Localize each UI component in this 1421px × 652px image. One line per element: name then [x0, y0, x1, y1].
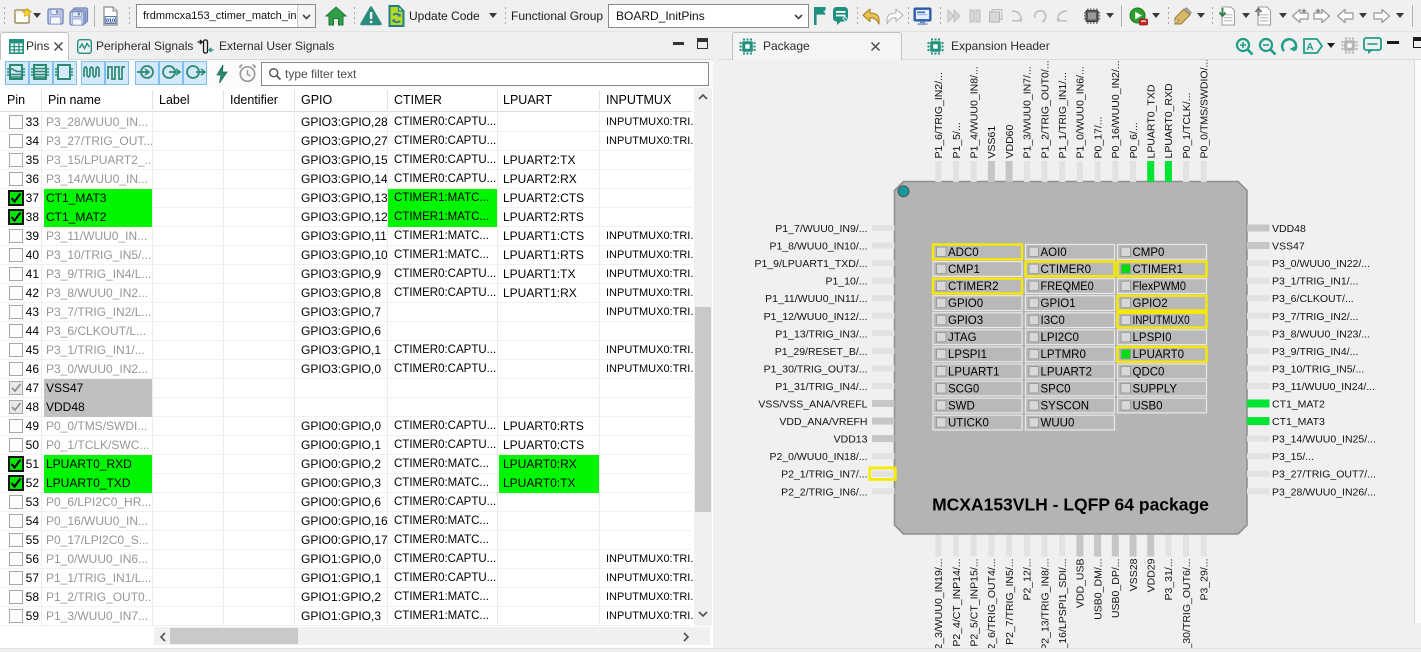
svg-text:SYSCON: SYSCON	[1041, 400, 1090, 412]
svg-text:MCXA153VLH - LQFP 64 package: MCXA153VLH - LQFP 64 package	[932, 495, 1209, 515]
svg-text:USB0: USB0	[1133, 400, 1163, 412]
svg-text:P1_8/WUU0_IN10/...: P1_8/WUU0_IN10/...	[769, 241, 867, 253]
svg-text:INPUTMUX0: INPUTMUX0	[1133, 315, 1190, 327]
svg-text:P0_1/TCLK/...: P0_1/TCLK/...	[1181, 93, 1193, 159]
svg-text:VDD29: VDD29	[1146, 558, 1158, 592]
svg-text:P3_9/TRIG_IN4/...: P3_9/TRIG_IN4/...	[1272, 346, 1358, 358]
svg-text:LPUART0: LPUART0	[1133, 349, 1185, 361]
svg-text:P2_12/...: P2_12/...	[1022, 559, 1034, 601]
svg-text:UTICK0: UTICK0	[948, 418, 989, 430]
svg-text:I3C0: I3C0	[1041, 315, 1065, 327]
svg-text:P1_6/TRIG_IN2/...: P1_6/TRIG_IN2/...	[933, 72, 945, 158]
svg-text:P1_12/WUU0_IN12/...: P1_12/WUU0_IN12/...	[764, 311, 868, 323]
svg-text:FlexPWM0: FlexPWM0	[1133, 281, 1186, 293]
svg-text:LPSPI1: LPSPI1	[948, 349, 987, 361]
svg-text:P3_8/WUU0_IN23/...: P3_8/WUU0_IN23/...	[1272, 328, 1370, 340]
svg-text:VDD48: VDD48	[1272, 223, 1306, 235]
svg-text:P1_0/WUU0_IN6/...: P1_0/WUU0_IN6/...	[1075, 66, 1087, 158]
svg-text:CMP0: CMP0	[1133, 247, 1165, 259]
svg-text:P1_29/RESET_B/...: P1_29/RESET_B/...	[775, 346, 868, 358]
svg-text:P3_1/TRIG_IN1/...: P3_1/TRIG_IN1/...	[1272, 276, 1358, 288]
svg-text:VSS28: VSS28	[1128, 558, 1140, 591]
svg-text:GPIO0: GPIO0	[948, 298, 983, 310]
svg-text:P2_5/CT_INP15/...: P2_5/CT_INP15/...	[969, 559, 981, 647]
svg-text:P1_9/LPUART1_TXD/...: P1_9/LPUART1_TXD/...	[754, 258, 867, 270]
svg-text:P3_29/...: P3_29/...	[1199, 559, 1211, 601]
svg-text:P1_30/TRIG_OUT3/...: P1_30/TRIG_OUT3/...	[764, 363, 868, 375]
svg-text:P3_27/TRIG_OUT7/...: P3_27/TRIG_OUT7/...	[1272, 469, 1376, 481]
svg-text:VDD_USB: VDD_USB	[1075, 559, 1087, 609]
svg-text:P3_0/WUU0_IN22/...: P3_0/WUU0_IN22/...	[1272, 258, 1370, 270]
svg-text:P3_28/WUU0_IN26/...: P3_28/WUU0_IN26/...	[1272, 486, 1376, 498]
svg-text:P1_4/WUU0_IN8/...: P1_4/WUU0_IN8/...	[969, 66, 981, 158]
svg-text:010: 010	[106, 18, 115, 24]
svg-text:VSS61: VSS61	[986, 126, 998, 159]
svg-text:LPUART1: LPUART1	[948, 366, 1000, 378]
svg-text:P3_31/...: P3_31/...	[1163, 559, 1175, 601]
svg-text:GPIO2: GPIO2	[1133, 298, 1168, 310]
svg-text:P3_30/TRIG_OUT6/...: P3_30/TRIG_OUT6/...	[1181, 559, 1193, 652]
svg-text:P3_10/TRIG_IN5/...: P3_10/TRIG_IN5/...	[1272, 363, 1364, 375]
svg-text:SCG0: SCG0	[948, 383, 979, 395]
svg-text:SPC0: SPC0	[1041, 383, 1071, 395]
svg-text:VSS47: VSS47	[1272, 241, 1305, 253]
svg-text:P1_1/TRIG_IN1/...: P1_1/TRIG_IN1/...	[1057, 72, 1069, 158]
svg-text:P1_31/TRIG_IN4/...: P1_31/TRIG_IN4/...	[775, 381, 867, 393]
svg-text:CT1_MAT2: CT1_MAT2	[1272, 399, 1325, 411]
svg-text:P1_7/WUU0_IN9/...: P1_7/WUU0_IN9/...	[775, 223, 867, 235]
svg-text:LPTMR0: LPTMR0	[1041, 349, 1086, 361]
svg-text:P0_6/...: P0_6/...	[1128, 122, 1140, 158]
svg-text:CTIMER0: CTIMER0	[1041, 264, 1091, 276]
svg-text:P2_4/CT_INP14/...: P2_4/CT_INP14/...	[951, 559, 963, 647]
svg-text:GPIO1: GPIO1	[1041, 298, 1076, 310]
svg-text:P1_3/WUU0_IN7/...: P1_3/WUU0_IN7/...	[1022, 66, 1034, 158]
svg-text:P2_2/TRIG_IN6/...: P2_2/TRIG_IN6/...	[781, 486, 867, 498]
svg-text:P0_16/WUU0_IN2/...: P0_16/WUU0_IN2/...	[1110, 60, 1122, 158]
svg-text:VDD13: VDD13	[834, 434, 868, 446]
svg-text:CT1_MAT3: CT1_MAT3	[1272, 416, 1325, 428]
svg-text:CTIMER1: CTIMER1	[1133, 264, 1183, 276]
svg-text:JTAG: JTAG	[948, 332, 977, 344]
svg-text:LPUART0_RXD: LPUART0_RXD	[1163, 83, 1175, 159]
svg-text:FREQME0: FREQME0	[1041, 281, 1094, 293]
svg-text:VDD60: VDD60	[1004, 124, 1016, 158]
svg-text:P1_11/WUU0_IN11/...: P1_11/WUU0_IN11/...	[765, 293, 867, 305]
svg-text:SWD: SWD	[948, 400, 975, 412]
svg-text:GPIO3: GPIO3	[948, 315, 983, 327]
svg-text:ADC0: ADC0	[948, 247, 979, 259]
svg-text:P2_6/TRIG_OUT4/...: P2_6/TRIG_OUT4/...	[986, 559, 998, 652]
svg-text:P3_14/WUU0_IN25/...: P3_14/WUU0_IN25/...	[1272, 434, 1376, 446]
svg-text:QDC0: QDC0	[1133, 366, 1165, 378]
svg-text:LPI2C0: LPI2C0	[1041, 332, 1079, 344]
svg-text:CTIMER2: CTIMER2	[948, 281, 998, 293]
svg-text:P1_10/...: P1_10/...	[825, 276, 867, 288]
svg-text:P0_0/TMS/SWDIO/...: P0_0/TMS/SWDIO/...	[1199, 60, 1211, 159]
svg-text:P3_6/CLKOUT/...: P3_6/CLKOUT/...	[1272, 293, 1354, 305]
svg-text:P3_15/...: P3_15/...	[1272, 451, 1314, 463]
svg-text:LPSPI0: LPSPI0	[1133, 332, 1172, 344]
svg-text:P0_17/...: P0_17/...	[1092, 116, 1104, 158]
svg-text:P2_16/LPSPI1_SDI/...: P2_16/LPSPI1_SDI/...	[1057, 559, 1069, 652]
svg-text:P1_2/TRIG_OUT0/...: P1_2/TRIG_OUT0/...	[1039, 60, 1051, 158]
svg-text:P2_7/TRIG_IN5/...: P2_7/TRIG_IN5/...	[1004, 559, 1016, 645]
svg-text:P2_13/TRIG_IN8/...: P2_13/TRIG_IN8/...	[1039, 559, 1051, 651]
svg-text:P3_7/TRIG_IN2/...: P3_7/TRIG_IN2/...	[1272, 311, 1358, 323]
svg-text:LPUART0_TXD: LPUART0_TXD	[1146, 84, 1158, 158]
svg-text:WUU0: WUU0	[1041, 418, 1075, 430]
svg-text:LPUART2: LPUART2	[1041, 366, 1093, 378]
svg-text:AOI0: AOI0	[1041, 247, 1067, 259]
svg-text:VDD_ANA/VREFH: VDD_ANA/VREFH	[779, 416, 867, 428]
svg-text:VSS/VSS_ANA/VREFL: VSS/VSS_ANA/VREFL	[758, 399, 867, 411]
svg-text:P3_11/WUU0_IN24/...: P3_11/WUU0_IN24/...	[1272, 381, 1375, 393]
svg-text:CMP1: CMP1	[948, 264, 980, 276]
svg-text:P2_0/WUU0_IN18/...: P2_0/WUU0_IN18/...	[769, 451, 867, 463]
svg-text:P2_1/TRIG_IN7/...: P2_1/TRIG_IN7/...	[781, 469, 867, 481]
svg-text:P2_3/WUU0_IN19/...: P2_3/WUU0_IN19/...	[933, 559, 945, 652]
svg-text:P1_13/TRIG_IN3/...: P1_13/TRIG_IN3/...	[775, 328, 867, 340]
svg-text:P1_5/...: P1_5/...	[951, 122, 963, 158]
svg-text:SUPPLY: SUPPLY	[1133, 383, 1178, 395]
svg-text:USB0_DM/...: USB0_DM/...	[1092, 559, 1104, 620]
svg-text:A: A	[1306, 42, 1313, 53]
svg-text:USB0_DP/...: USB0_DP/...	[1110, 559, 1122, 619]
